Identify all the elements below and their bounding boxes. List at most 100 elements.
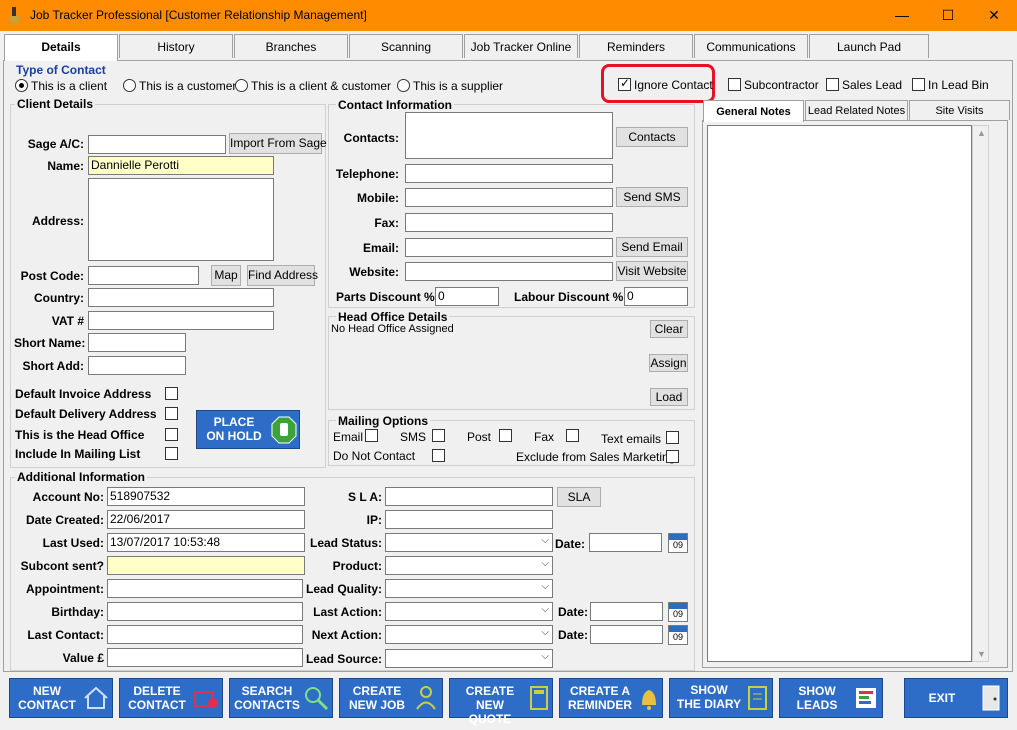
tab-launch-pad[interactable]: Launch Pad [809,34,929,58]
sla-input[interactable] [385,487,553,506]
last-action-calendar-icon[interactable]: 09 [668,602,688,622]
address-input[interactable] [88,178,274,261]
tab-branches[interactable]: Branches [234,34,348,58]
website-input[interactable] [405,262,613,281]
general-notes-textarea[interactable] [707,125,972,662]
tab-site-visits[interactable]: Site Visits [909,100,1010,120]
vat-input[interactable] [88,311,274,330]
find-address-button[interactable]: Find Address [247,265,318,286]
search-contacts-button[interactable]: SEARCH CONTACTS [229,678,333,718]
last-contact-input[interactable] [107,625,303,644]
show-leads-button[interactable]: SHOW LEADS [779,678,883,718]
subcont-sent-input[interactable] [107,556,305,575]
subcontractor-checkbox[interactable] [728,78,741,91]
clear-button[interactable]: Clear [650,320,688,338]
minimize-button[interactable]: — [879,0,925,31]
in-lead-bin-checkbox[interactable] [912,78,925,91]
email-input[interactable] [405,238,613,257]
parts-discount-input[interactable]: 0 [435,287,499,306]
fax-input[interactable] [405,213,613,232]
close-button[interactable]: ✕ [971,0,1017,31]
country-input[interactable] [88,288,274,307]
radio-customer[interactable] [123,79,136,92]
exit-button[interactable]: EXIT [904,678,1008,718]
tab-history[interactable]: History [119,34,233,58]
mail-post-checkbox[interactable] [499,429,512,442]
new-contact-button[interactable]: NEW CONTACT [9,678,113,718]
send-sms-button[interactable]: Send SMS [616,187,688,207]
postcode-input[interactable] [88,266,199,285]
tab-job-tracker-online[interactable]: Job Tracker Online [464,34,578,58]
lead-source-select[interactable]: ⌵ [385,649,553,668]
map-button[interactable]: Map [211,265,241,286]
next-action-calendar-icon[interactable]: 09 [668,625,688,645]
name-input[interactable]: Dannielle Perotti [88,156,274,175]
create-quote-l1: CREATE [465,684,515,698]
contacts-button[interactable]: Contacts [616,127,688,147]
radio-supplier[interactable] [397,79,410,92]
lead-source-label: Lead Source: [305,652,382,666]
create-new-job-button[interactable]: CREATE NEW JOB [339,678,443,718]
lead-quality-select[interactable]: ⌵ [385,579,553,598]
mail-sms-checkbox[interactable] [432,429,445,442]
sla-button[interactable]: SLA [557,487,601,507]
lead-status-calendar-icon[interactable]: 09 [668,533,688,553]
default-invoice-checkbox[interactable] [165,387,178,400]
next-action-date-input[interactable] [590,625,663,644]
tab-general-notes[interactable]: General Notes [703,100,804,122]
place-on-hold-button[interactable]: PLACE ON HOLD [196,410,300,449]
create-job-l1: CREATE [352,684,402,698]
account-no-input[interactable]: 518907532 [107,487,305,506]
mobile-input[interactable] [405,188,613,207]
do-not-contact-label: Do Not Contact [333,449,416,463]
create-new-quote-button[interactable]: CREATE NEW QUOTE [449,678,553,726]
tab-scanning[interactable]: Scanning [349,34,463,58]
ignore-contact-checkbox[interactable]: ✓ [618,76,631,91]
value-input[interactable] [107,648,303,667]
lead-status-select[interactable]: ⌵ [385,533,553,552]
tab-details[interactable]: Details [4,34,118,61]
ip-input[interactable] [385,510,553,529]
short-name-input[interactable] [88,333,186,352]
default-delivery-checkbox[interactable] [165,407,178,420]
product-select[interactable]: ⌵ [385,556,553,575]
radio-client[interactable] [15,79,28,92]
mail-email-checkbox[interactable] [365,429,378,442]
create-reminder-button[interactable]: CREATE A REMINDER [559,678,663,718]
mailing-list-checkbox[interactable] [165,447,178,460]
next-action-select[interactable]: ⌵ [385,625,553,644]
telephone-input[interactable] [405,164,613,183]
head-office-checkbox[interactable] [165,428,178,441]
do-not-contact-checkbox[interactable] [432,449,445,462]
appointment-input[interactable] [107,579,303,598]
load-button[interactable]: Load [650,388,688,406]
last-action-select[interactable]: ⌵ [385,602,553,621]
import-from-sage-button[interactable]: Import From Sage [229,133,327,154]
last-used-input[interactable]: 13/07/2017 10:53:48 [107,533,305,552]
last-action-date-input[interactable] [590,602,663,621]
exclude-marketing-checkbox[interactable] [666,450,679,463]
assign-button[interactable]: Assign [649,354,688,372]
maximize-button[interactable]: ☐ [925,0,971,31]
tab-lead-related-notes[interactable]: Lead Related Notes [805,100,908,120]
sales-lead-checkbox[interactable] [826,78,839,91]
send-email-button[interactable]: Send Email [616,237,688,257]
birthday-input[interactable] [107,602,303,621]
text-emails-checkbox[interactable] [666,431,679,444]
tab-reminders[interactable]: Reminders [579,34,693,58]
notes-scrollbar[interactable]: ▲ ▼ [972,125,989,662]
lead-status-date-input[interactable] [589,533,662,552]
labour-discount-input[interactable]: 0 [624,287,688,306]
date-created-input[interactable]: 22/06/2017 [107,510,305,529]
radio-client-customer[interactable] [235,79,248,92]
tab-communications[interactable]: Communications [694,34,808,58]
contacts-list[interactable] [405,112,613,159]
visit-website-button[interactable]: Visit Website [616,261,688,281]
website-label: Website: [349,265,399,279]
mail-fax-checkbox[interactable] [566,429,579,442]
delete-contact-button[interactable]: DELETE CONTACT [119,678,223,718]
short-add-input[interactable] [88,356,186,375]
show-diary-button[interactable]: SHOW THE DIARY [669,678,773,718]
contact-info-label: Contact Information [336,98,454,112]
sage-input[interactable] [88,135,226,154]
